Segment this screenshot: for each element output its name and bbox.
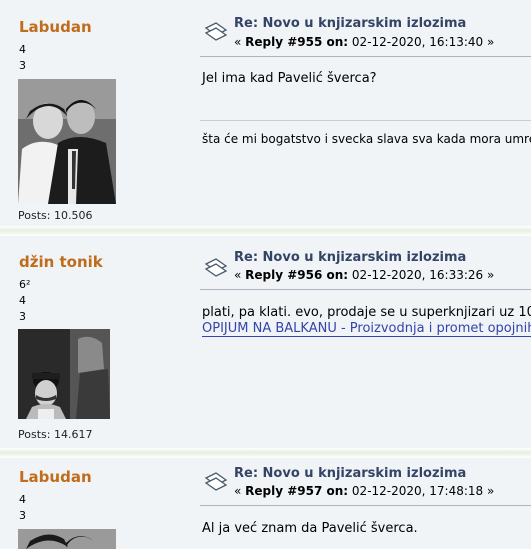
- book-link[interactable]: OPIJUM NA BALKANU - Proizvodnja i promet…: [202, 322, 531, 337]
- post-subject-link[interactable]: Re: Novo u knjizarskim izlozima: [234, 16, 466, 31]
- post-meta: « Reply #956 on: 02-12-2020, 16:33:26 »: [234, 268, 495, 282]
- post-separator: [0, 448, 531, 458]
- reply-number-link[interactable]: Reply #956 on:: [245, 268, 348, 282]
- post-subject-link[interactable]: Re: Novo u knjizarskim izlozima: [234, 250, 466, 265]
- rank-line: 3: [19, 509, 26, 522]
- post: Labudan 4 3 Posts: 10.506 Re: Novo u knj…: [0, 0, 531, 226]
- header-divider: [200, 289, 531, 290]
- poster-name[interactable]: Labudan: [19, 18, 92, 36]
- post-count: Posts: 14.617: [18, 428, 93, 441]
- post: džin tonik 6² 4 3 Posts: 14.617 Re: Novo…: [0, 236, 531, 448]
- post-meta: « Reply #955 on: 02-12-2020, 16:13:40 »: [234, 35, 495, 49]
- post-separator: [0, 226, 531, 236]
- post-xx-icon: [204, 472, 228, 496]
- header-divider: [200, 505, 531, 506]
- post-meta: « Reply #957 on: 02-12-2020, 17:48:18 »: [234, 484, 495, 498]
- signature-divider: [200, 120, 531, 121]
- rank-line: 3: [19, 59, 26, 72]
- poster-name[interactable]: džin tonik: [19, 253, 103, 271]
- post-signature: šta će mi bogatstvo i svecka slava sva k…: [202, 132, 531, 146]
- post: Labudan 4 3 Re: Novo u knjizarskim izloz…: [0, 458, 531, 549]
- avatar[interactable]: [18, 79, 116, 204]
- rank-line: 6²: [19, 278, 31, 291]
- avatar[interactable]: [18, 529, 116, 549]
- header-divider: [200, 56, 531, 57]
- reply-number-link[interactable]: Reply #955 on:: [245, 35, 348, 49]
- rank-line: 4: [19, 43, 26, 56]
- reply-number-link[interactable]: Reply #957 on:: [245, 484, 348, 498]
- rank-line: 4: [19, 493, 26, 506]
- post-subject-link[interactable]: Re: Novo u knjizarskim izlozima: [234, 466, 466, 481]
- post-count: Posts: 10.506: [18, 209, 93, 222]
- post-message: plati, pa klati. evo, prodaje se u super…: [202, 305, 531, 320]
- poster-name[interactable]: Labudan: [19, 468, 92, 486]
- post-message: Jel ima kad Pavelić šverca?: [202, 71, 377, 86]
- rank-line: 3: [19, 310, 26, 323]
- avatar[interactable]: [18, 329, 110, 419]
- rank-line: 4: [19, 294, 26, 307]
- post-xx-icon: [204, 22, 228, 46]
- post-xx-icon: [204, 258, 228, 282]
- post-message: Al ja već znam da Pavelić šverca.: [202, 521, 418, 536]
